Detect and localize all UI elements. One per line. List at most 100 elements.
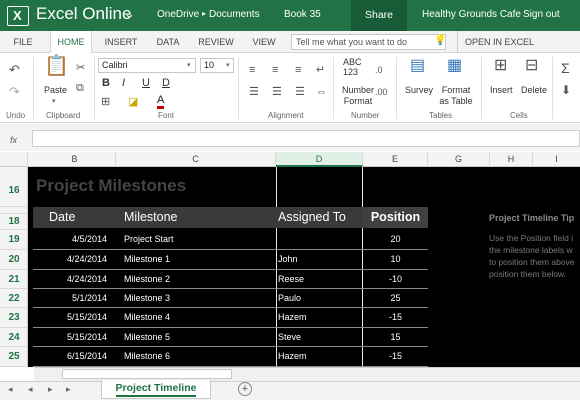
chevron-down-icon[interactable]: ▾ [52, 97, 56, 105]
wrap-text-icon[interactable]: ↵ [316, 63, 325, 77]
tip-title[interactable]: Project Timeline Tip [489, 213, 574, 223]
align-right-icon[interactable]: ☰ [295, 85, 305, 99]
chevron-down-icon[interactable]: ⌄ [124, 6, 135, 22]
table-row-date[interactable]: 5/15/2014 [40, 308, 107, 327]
column-header-c[interactable]: C [116, 152, 276, 167]
row-header-24[interactable]: 24 [0, 328, 28, 347]
table-row-date[interactable]: 4/24/2014 [40, 270, 107, 289]
increase-decimal-icon[interactable]: .0 [375, 63, 383, 77]
tell-me-input[interactable]: Tell me what you want to do [291, 34, 446, 50]
prev-sheet-icon[interactable]: ◂ [28, 384, 33, 395]
table-row-milestone[interactable]: Milestone 3 [124, 289, 170, 308]
survey-icon[interactable]: ▤ [410, 58, 425, 74]
table-row-milestone[interactable]: Milestone 4 [124, 308, 170, 327]
row-header-25[interactable]: 25 [0, 347, 28, 367]
table-row-assigned[interactable]: Paulo [278, 289, 301, 308]
fill-color-icon[interactable]: ◪ [128, 95, 138, 109]
insert-cells-icon[interactable]: ⊞ [494, 58, 507, 74]
align-bottom-icon[interactable]: ≡ [295, 63, 301, 77]
row-header-22[interactable]: 22 [0, 289, 28, 308]
header-assigned-to[interactable]: Assigned To [278, 210, 346, 224]
row-header-17[interactable]: 17 [0, 207, 28, 214]
table-row-position[interactable]: -15 [363, 308, 428, 327]
bold-button[interactable]: B [102, 77, 110, 89]
align-middle-icon[interactable]: ≡ [272, 63, 278, 77]
header-position[interactable]: Position [363, 207, 428, 228]
breadcrumb-onedrive[interactable]: OneDrive [157, 9, 199, 20]
table-row-date[interactable]: 4/24/2014 [40, 250, 107, 269]
number-format-button[interactable]: Number Format [337, 85, 379, 107]
row-header-23[interactable]: 23 [0, 308, 28, 328]
excel-logo-icon[interactable] [7, 6, 29, 26]
column-header-i[interactable]: I [533, 152, 580, 167]
table-row-date[interactable]: 4/5/2014 [40, 230, 107, 249]
select-all-corner[interactable] [0, 152, 28, 167]
header-date[interactable]: Date [49, 210, 75, 224]
add-sheet-icon[interactable]: + [238, 382, 252, 396]
table-row-milestone[interactable]: Milestone 1 [124, 250, 170, 269]
table-row-position[interactable]: 15 [363, 328, 428, 347]
row-header-21[interactable]: 21 [0, 270, 28, 289]
paste-icon[interactable]: 📋 [44, 56, 69, 76]
table-row-milestone[interactable]: Milestone 2 [124, 270, 170, 289]
italic-button[interactable]: I [122, 77, 125, 89]
paste-button[interactable]: Paste [44, 85, 67, 95]
formula-input[interactable] [32, 130, 580, 147]
header-milestone[interactable]: Milestone [124, 210, 178, 224]
fill-icon[interactable]: ⬇ [561, 83, 571, 97]
project-title[interactable]: Project Milestones [36, 176, 186, 196]
format-as-table-icon[interactable]: ▦ [447, 58, 462, 74]
chevron-down-icon[interactable]: ▾ [187, 61, 191, 69]
table-row-assigned[interactable]: Steve [278, 328, 301, 347]
underline-button[interactable]: U [142, 77, 150, 89]
align-top-icon[interactable]: ≡ [249, 63, 255, 77]
format-as-table-button[interactable]: Format as Table [436, 85, 476, 107]
tip-area[interactable] [428, 167, 580, 367]
table-row-assigned[interactable]: John [278, 250, 298, 269]
survey-button[interactable]: Survey [405, 85, 433, 95]
table-row-assigned[interactable]: Reese [278, 270, 304, 289]
tab-data[interactable]: DATA [150, 31, 186, 53]
font-name-select[interactable]: Calibri [98, 58, 196, 73]
table-row-position[interactable]: 10 [363, 250, 428, 269]
redo-icon[interactable]: ↷ [9, 85, 20, 99]
column-header-g[interactable]: G [428, 152, 490, 167]
sum-icon[interactable]: Σ [561, 61, 570, 75]
font-color-icon[interactable]: A [157, 95, 165, 109]
delete-cells-icon[interactable]: ⊟ [525, 58, 538, 74]
chevron-down-icon[interactable]: ▾ [226, 61, 230, 69]
workbook-name[interactable]: Book 35 [284, 9, 321, 20]
table-row-milestone[interactable]: Project Start [124, 230, 174, 249]
table-row-date[interactable]: 6/15/2014 [40, 347, 107, 366]
scrollbar-thumb[interactable] [62, 369, 232, 379]
tab-insert[interactable]: INSERT [100, 31, 142, 53]
sign-out-link[interactable]: Sign out [523, 9, 560, 20]
tab-file[interactable]: FILE [8, 31, 38, 53]
column-header-h[interactable]: H [490, 152, 533, 167]
column-header-d[interactable]: D [276, 152, 363, 167]
app-name[interactable]: Excel Online [36, 4, 131, 24]
table-row-assigned[interactable]: Hazem [278, 347, 307, 366]
table-row-position[interactable]: 25 [363, 289, 428, 308]
share-button[interactable]: Share [351, 0, 407, 31]
sheet-tab-project-timeline[interactable]: Project Timeline [101, 380, 211, 399]
row-header-16[interactable]: 16 [0, 167, 28, 207]
copy-icon[interactable]: ⧉ [76, 81, 84, 95]
merge-cells-icon[interactable]: ⇔ [316, 85, 327, 99]
borders-icon[interactable]: ⊞ [101, 95, 110, 109]
row-header-20[interactable]: 20 [0, 250, 28, 270]
open-in-excel-button[interactable]: OPEN IN EXCEL [457, 31, 534, 53]
table-row-position[interactable]: 20 [363, 230, 428, 249]
align-center-icon[interactable]: ☰ [272, 85, 282, 99]
tab-home[interactable]: HOME [50, 31, 92, 54]
align-left-icon[interactable]: ☰ [249, 85, 259, 99]
cut-icon[interactable]: ✂ [76, 61, 85, 75]
double-underline-button[interactable]: D [162, 77, 170, 89]
column-header-e[interactable]: E [363, 152, 428, 167]
table-row-position[interactable]: -10 [363, 270, 428, 289]
table-row-position[interactable]: -15 [363, 347, 428, 366]
insert-cells-button[interactable]: Insert [490, 85, 513, 95]
table-row-milestone[interactable]: Milestone 6 [124, 347, 170, 366]
column-header-b[interactable]: B [34, 152, 116, 167]
decrease-decimal-icon[interactable]: .00 [375, 85, 388, 99]
